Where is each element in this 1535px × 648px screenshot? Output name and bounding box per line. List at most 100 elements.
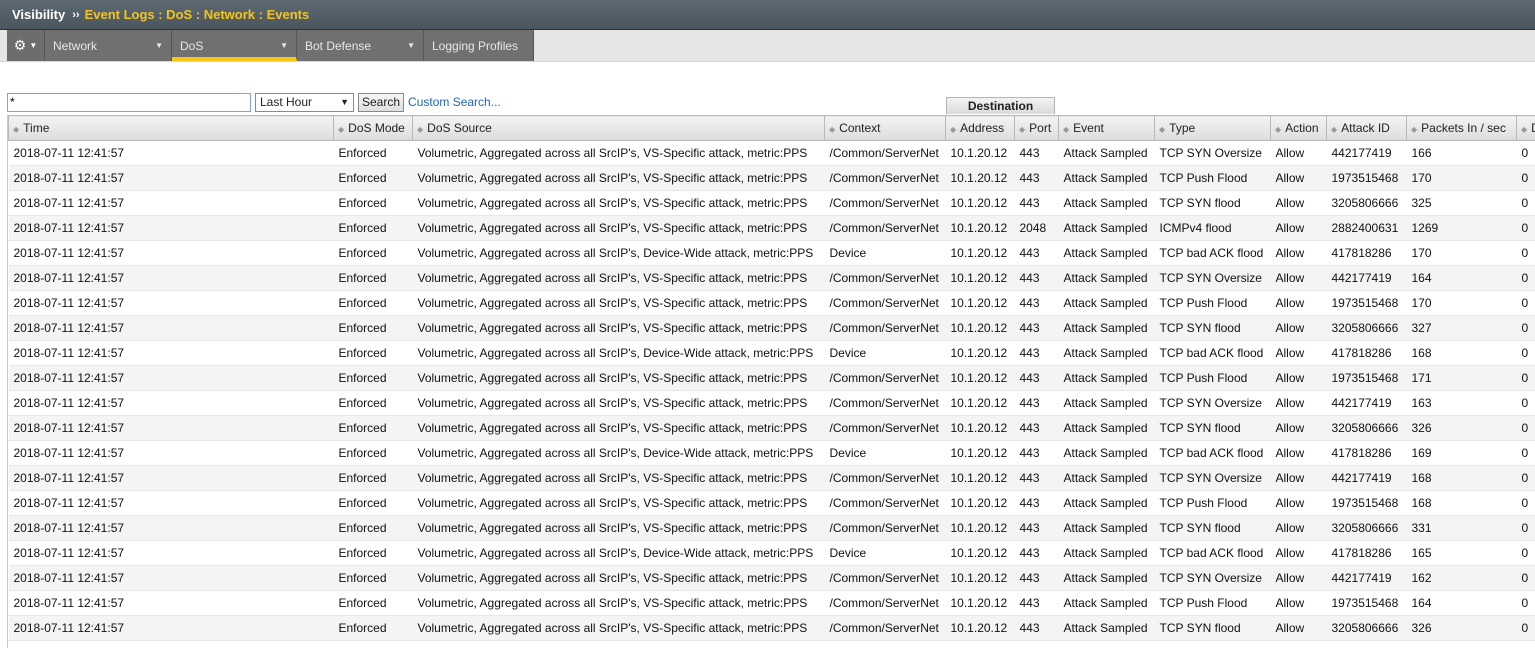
gear-icon: ⚙: [13, 37, 27, 53]
custom-search-link[interactable]: Custom Search...: [408, 95, 501, 109]
cell-time: 2018-07-11 12:41:57: [8, 440, 334, 466]
title-bar: Visibility ›› Event Logs : DoS : Network…: [0, 0, 1535, 30]
table-row[interactable]: 2018-07-11 12:41:57 Enforced Volumetric, A…: [8, 165, 1535, 191]
table-row[interactable]: 2018-07-11 12:41:57 Enforced Volumetric, A…: [8, 390, 1535, 416]
cell-d: 0: [1516, 265, 1535, 291]
chevron-down-icon: ▼: [280, 41, 288, 50]
table-row[interactable]: 2018-07-11 12:41:57 Enforced Volumetric, A…: [8, 415, 1535, 441]
table-row[interactable]: 2018-07-11 12:41:57 Enforced Volumetric, A…: [8, 465, 1535, 491]
table-row[interactable]: 2018-07-11 12:41:57 Enforced Volumetric, A…: [8, 240, 1535, 266]
table-row[interactable]: 2018-07-11 12:41:57 Enforced Volumetric, A…: [8, 590, 1535, 616]
cell-d: 0: [1516, 315, 1535, 341]
cell-port: 443: [1014, 165, 1059, 191]
cell-packets-in-sec: 164: [1406, 265, 1517, 291]
cell-dos-mode: Enforced: [333, 265, 413, 291]
column-header-event[interactable]: ◆ Event: [1058, 115, 1155, 141]
table-row[interactable]: 2018-07-11 12:41:57 Enforced Volumetric, A…: [8, 290, 1535, 316]
cell-action: Allow: [1270, 190, 1327, 216]
cell-d: 0: [1516, 540, 1535, 566]
cell-dos-source: Volumetric, Aggregated across all SrcIP'…: [412, 465, 825, 491]
search-button[interactable]: Search: [358, 92, 405, 112]
cell-port: 443: [1014, 265, 1059, 291]
column-header-action[interactable]: ◆ Action: [1270, 115, 1327, 141]
cell-time: 2018-07-11 12:41:57: [8, 465, 334, 491]
breadcrumb[interactable]: Event Logs : DoS : Network : Events: [85, 7, 310, 22]
cell-attack-id: 1973515468: [1326, 290, 1407, 316]
cell-dos-source: Volumetric, Aggregated across all SrcIP'…: [412, 190, 825, 216]
cell-address: 10.1.20.12: [945, 140, 1015, 166]
cell-port: 443: [1014, 140, 1059, 166]
sort-icon: ◆: [417, 125, 424, 134]
chevron-down-icon: ▼: [155, 41, 163, 50]
cell-packets-in-sec: 1269: [1406, 215, 1517, 241]
time-range-select[interactable]: Last Hour ▼: [255, 92, 354, 112]
table-row[interactable]: 2018-07-11 12:41:57 Enforced Volumetric, A…: [8, 565, 1535, 591]
column-header-type[interactable]: ◆ Type: [1154, 115, 1271, 141]
tab-dos[interactable]: DoS ▼: [172, 30, 297, 61]
cell-address: 10.1.20.12: [945, 615, 1015, 641]
cell-port: 443: [1014, 465, 1059, 491]
table-row[interactable]: 2018-07-11 12:41:57 Enforced Volumetric, A…: [8, 515, 1535, 541]
cell-packets-in-sec: 169: [1406, 440, 1517, 466]
column-header-dos-mode[interactable]: ◆ DoS Mode: [333, 115, 413, 141]
table-row[interactable]: 2018-07-11 12:41:57 Enforced Volumetric, A…: [8, 540, 1535, 566]
table-row[interactable]: 2018-07-11 12:41:57 Enforced Volumetric, A…: [8, 365, 1535, 391]
cell-context: /Common/ServerNet: [824, 390, 946, 416]
cell-action: Allow: [1270, 615, 1327, 641]
cell-event: Attack Sampled: [1058, 165, 1155, 191]
settings-menu-button[interactable]: ⚙ ▼: [7, 30, 45, 61]
cell-type: TCP SYN flood: [1154, 190, 1271, 216]
cell-dos-source: Volumetric, Aggregated across all SrcIP'…: [412, 615, 825, 641]
table-row[interactable]: 2018-07-11 12:41:57 Enforced Volumetric, A…: [8, 315, 1535, 341]
cell-time: 2018-07-11 12:41:57: [8, 340, 334, 366]
column-header-address[interactable]: ◆ Address: [945, 115, 1015, 141]
column-label: D: [1531, 121, 1535, 135]
column-header-d[interactable]: ◆D: [1516, 115, 1535, 141]
cell-d: 0: [1516, 590, 1535, 616]
cell-dos-source: Volumetric, Aggregated across all SrcIP'…: [412, 440, 825, 466]
table-row[interactable]: 2018-07-11 12:41:57 Enforced Volumetric, A…: [8, 340, 1535, 366]
column-header-attack-id[interactable]: ◆ Attack ID: [1326, 115, 1407, 141]
cell-type: TCP SYN Oversize: [1154, 265, 1271, 291]
cell-attack-id: 442177419: [1326, 265, 1407, 291]
cell-attack-id: 442177419: [1326, 565, 1407, 591]
cell-d: 0: [1516, 515, 1535, 541]
cell-packets-in-sec: 168: [1406, 490, 1517, 516]
cell-action: Allow: [1270, 215, 1327, 241]
cell-event: Attack Sampled: [1058, 265, 1155, 291]
column-header-context[interactable]: ◆ Context: [824, 115, 946, 141]
table-row[interactable]: 2018-07-11 12:41:57 Enforced Volumetric, A…: [8, 265, 1535, 291]
chevron-down-icon: ▼: [407, 41, 415, 50]
column-header-packets-in-sec[interactable]: ◆ Packets In / sec: [1406, 115, 1517, 141]
table-row[interactable]: 2018-07-11 12:41:57 Enforced Volumetric, A…: [8, 190, 1535, 216]
tab-bot-defense[interactable]: Bot Defense ▼: [297, 30, 424, 61]
cell-dos-source: Volumetric, Aggregated across all SrcIP'…: [412, 565, 825, 591]
cell-action: Allow: [1270, 390, 1327, 416]
cell-d: 0: [1516, 465, 1535, 491]
sort-icon: ◆: [338, 125, 345, 134]
table-row[interactable]: 2018-07-11 12:41:57 Enforced Volumetric, A…: [8, 490, 1535, 516]
tab-logging-profiles[interactable]: Logging Profiles: [424, 30, 534, 61]
column-header-port[interactable]: ◆ Port: [1014, 115, 1059, 141]
cell-dos-mode: Enforced: [333, 565, 413, 591]
cell-port: 443: [1014, 540, 1059, 566]
cell-time: 2018-07-11 12:41:57: [8, 590, 334, 616]
table-row[interactable]: 2018-07-11 12:41:57 Enforced Volumetric, A…: [8, 215, 1535, 241]
column-label: Attack ID: [1341, 121, 1390, 135]
cell-action: Allow: [1270, 415, 1327, 441]
table-row[interactable]: 2018-07-11 12:41:57 Enforced Volumetric, A…: [8, 615, 1535, 641]
column-header-time[interactable]: ◆ Time: [8, 115, 334, 141]
cell-attack-id: 3205806666: [1326, 515, 1407, 541]
column-header-dos-source[interactable]: ◆ DoS Source: [412, 115, 825, 141]
table-row[interactable]: 2018-07-11 12:41:57 Enforced Volumetric, A…: [8, 140, 1535, 166]
cell-dos-mode: Enforced: [333, 490, 413, 516]
cell-packets-in-sec: 327: [1406, 315, 1517, 341]
search-input[interactable]: [7, 92, 251, 112]
cell-time: 2018-07-11 12:41:57: [8, 515, 334, 541]
cell-port: 443: [1014, 240, 1059, 266]
cell-action: Allow: [1270, 465, 1327, 491]
cell-attack-id: 442177419: [1326, 465, 1407, 491]
cell-address: 10.1.20.12: [945, 540, 1015, 566]
tab-network[interactable]: Network ▼: [45, 30, 172, 61]
table-row[interactable]: 2018-07-11 12:41:57 Enforced Volumetric, A…: [8, 440, 1535, 466]
